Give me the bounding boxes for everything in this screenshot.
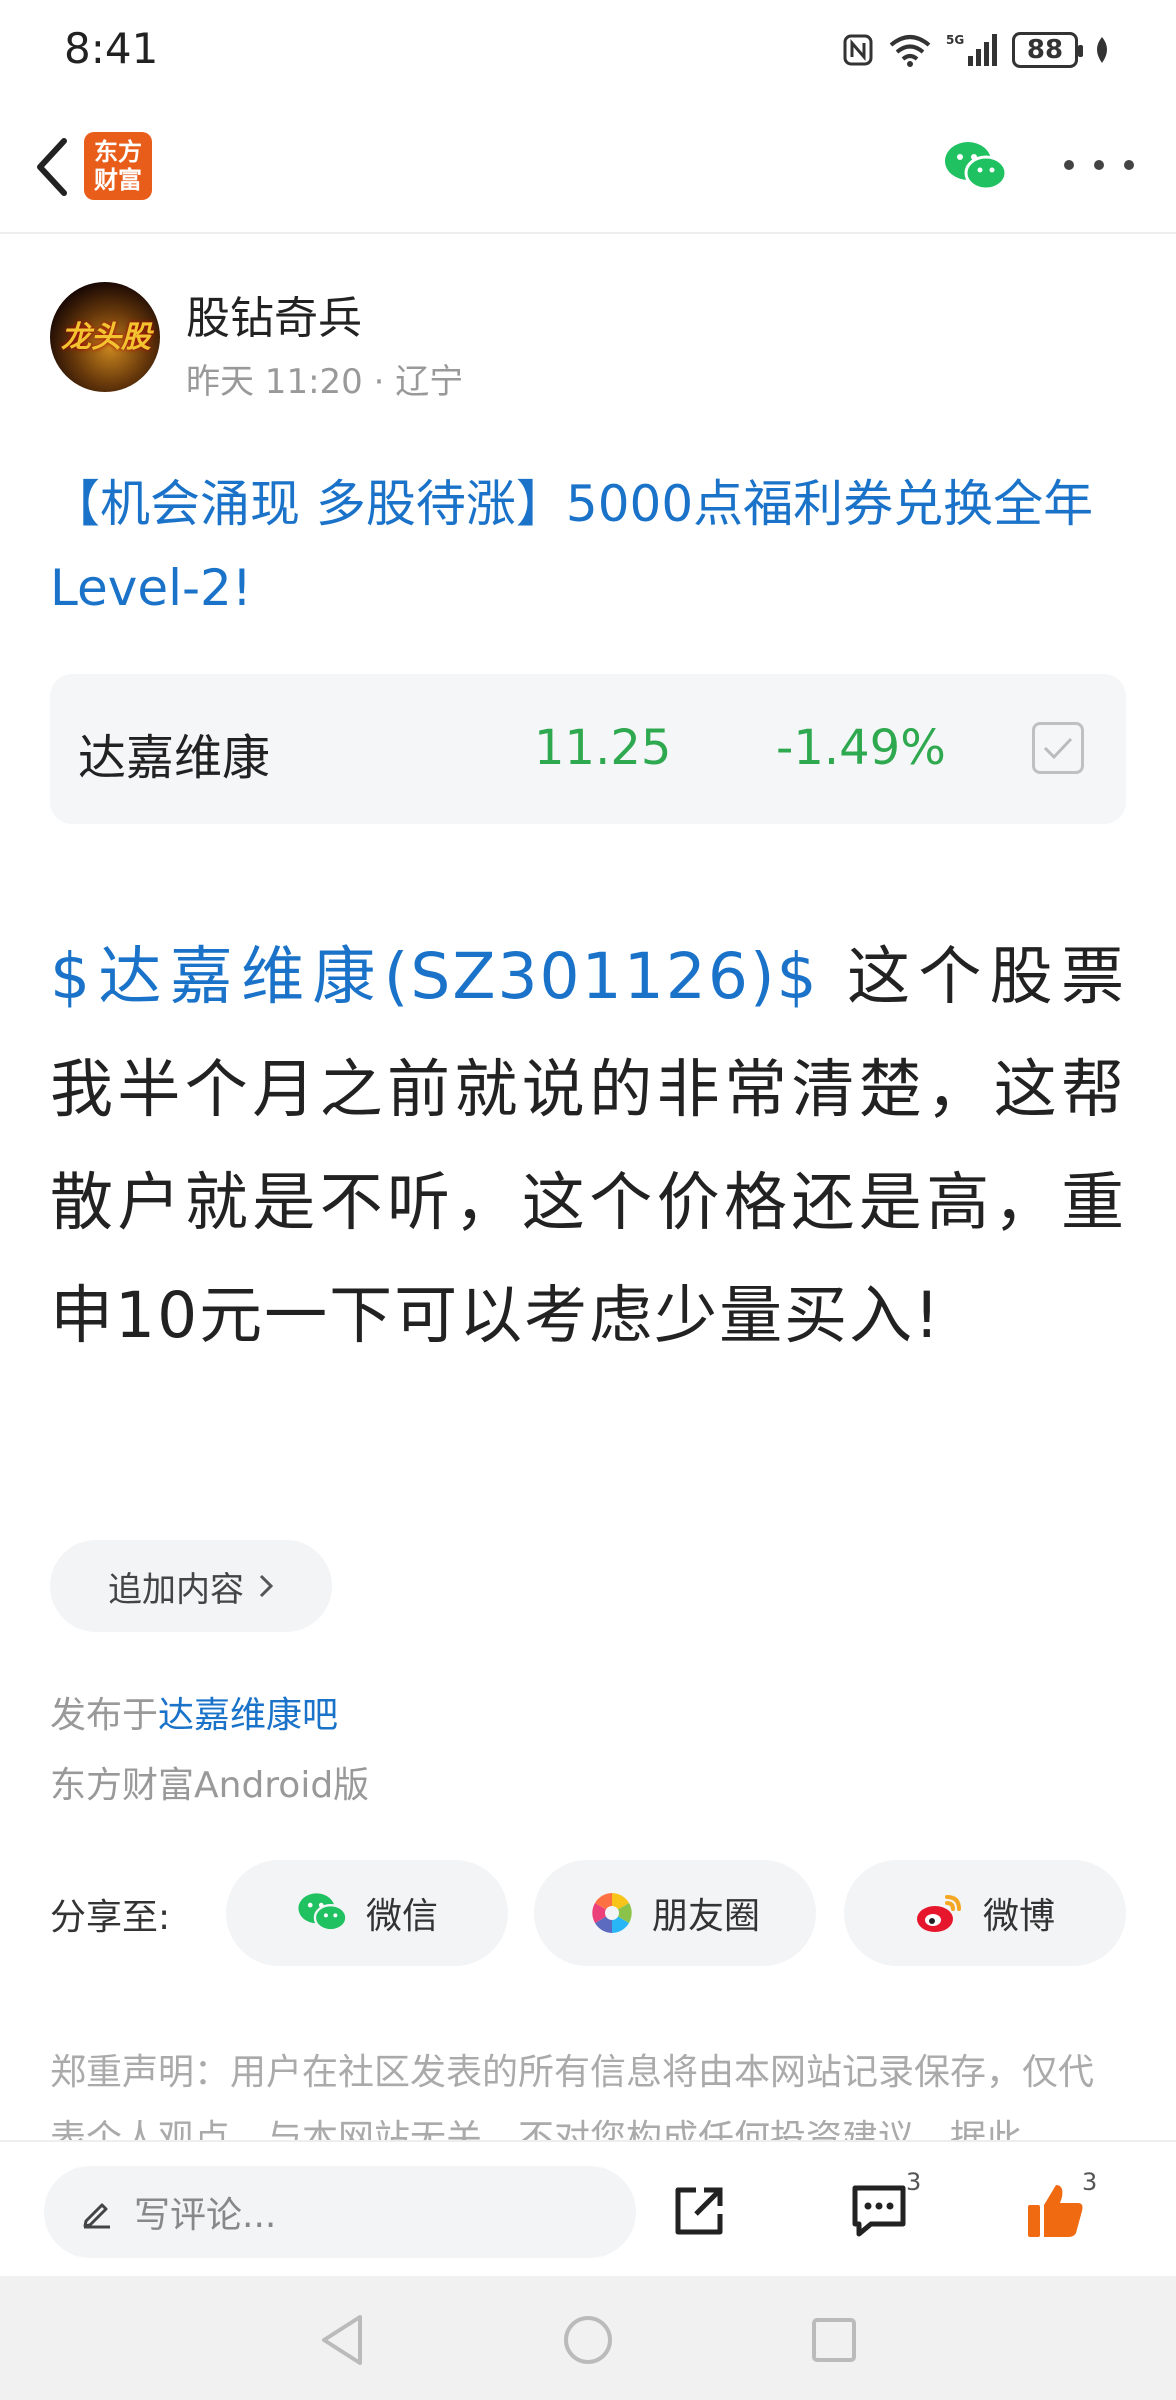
share-label: 分享至:: [50, 1897, 171, 1938]
back-button[interactable]: [22, 130, 82, 204]
share-moments-button[interactable]: 朋友圈: [534, 1860, 816, 1966]
network-type-label: 5G: [946, 33, 964, 47]
stock-link[interactable]: $达嘉维康(SZ301126)$: [50, 940, 819, 1013]
more-dot: [1064, 160, 1074, 170]
share-wechat-button[interactable]: 微信: [226, 1860, 508, 1966]
comment-input[interactable]: 写评论...: [44, 2166, 636, 2258]
append-content-label: 追加内容: [108, 1569, 244, 1610]
avatar-text: 龙头股: [61, 320, 151, 355]
more-options-button[interactable]: [1064, 140, 1134, 190]
status-time: 8:41: [64, 24, 159, 73]
append-content-button[interactable]: 追加内容: [50, 1540, 332, 1632]
status-icons: 5G 88: [842, 28, 1112, 72]
share-weibo-button[interactable]: 微博: [844, 1860, 1126, 1966]
signal-icon: 5G: [946, 33, 997, 66]
more-dot: [1124, 160, 1134, 170]
more-dot: [1094, 160, 1104, 170]
stock-quote-card[interactable]: 达嘉维康 11.25 -1.49%: [50, 674, 1126, 824]
comment-placeholder: 写评论...: [134, 2195, 277, 2236]
system-navigation-bar: [0, 2276, 1176, 2400]
chevron-left-icon: [37, 138, 67, 196]
chevron-right-icon: [259, 1574, 274, 1598]
check-icon: [1043, 737, 1073, 760]
client-info: 东方财富Android版: [50, 1765, 370, 1806]
share-moments-label: 朋友圈: [651, 1896, 760, 1937]
system-back-button[interactable]: [312, 2310, 372, 2370]
battery-indicator: 88: [1012, 32, 1083, 68]
thumbs-up-icon: [1028, 2185, 1083, 2237]
bottom-action-bar: 写评论... 3 3: [0, 2140, 1176, 2276]
pencil-icon: [83, 2203, 110, 2229]
share-weibo-label: 微博: [982, 1896, 1055, 1937]
wechat-icon: [298, 1893, 348, 1932]
forum-link[interactable]: 达嘉维康吧: [158, 1695, 338, 1736]
stock-price: 11.25: [534, 720, 672, 776]
share-external-icon: [675, 2187, 723, 2235]
stock-name: 达嘉维康: [78, 730, 271, 786]
status-bar: 8:41 5G 88: [0, 0, 1176, 100]
moments-icon: [592, 1893, 632, 1933]
circle-home-icon: [564, 2316, 612, 2364]
post-body: $达嘉维康(SZ301126)$ 这个股票我半个月之前就说的非常清楚，这帮散户就…: [50, 920, 1126, 1372]
system-recents-button[interactable]: [804, 2310, 864, 2370]
wechat-icon: [945, 142, 1007, 191]
app-logo[interactable]: 东方财富: [84, 132, 152, 200]
nfc-icon: [843, 34, 873, 66]
comment-count-badge: 3: [906, 2168, 922, 2196]
comment-bubble-icon: [852, 2185, 906, 2237]
top-navigation-bar: 东方财富: [0, 100, 1176, 234]
stock-change: -1.49%: [776, 720, 946, 776]
share-wechat-label: 微信: [365, 1896, 438, 1937]
weibo-icon: [916, 1895, 961, 1932]
published-prefix: 发布于: [50, 1695, 159, 1736]
post-meta: 昨天 11:20 · 辽宁: [186, 362, 464, 402]
add-watchlist-checkbox[interactable]: [1032, 722, 1084, 774]
triangle-back-icon: [322, 2315, 362, 2365]
wifi-icon: [889, 35, 931, 67]
system-home-button[interactable]: [558, 2310, 618, 2370]
author-name[interactable]: 股钻奇兵: [186, 282, 362, 346]
forward-button[interactable]: [664, 2176, 734, 2246]
post-title[interactable]: 【机会涌现 多股待涨】5000点福利券兑换全年Level-2!: [50, 462, 1126, 630]
like-count-badge: 3: [1082, 2168, 1098, 2196]
like-button[interactable]: 3: [1020, 2168, 1097, 2246]
wechat-share-button[interactable]: [940, 132, 1010, 202]
author-avatar[interactable]: 龙头股: [50, 282, 160, 392]
published-in: 发布于达嘉维康吧: [50, 1686, 338, 1738]
square-recents-icon: [812, 2318, 856, 2362]
comments-button[interactable]: 3: [844, 2168, 921, 2246]
leaf-icon: [1097, 37, 1107, 63]
post-detail-page: 8:41 5G 88 东方财富 龙头股 股钻奇兵 昨天 11:20 · 辽宁 【…: [0, 0, 1176, 2400]
